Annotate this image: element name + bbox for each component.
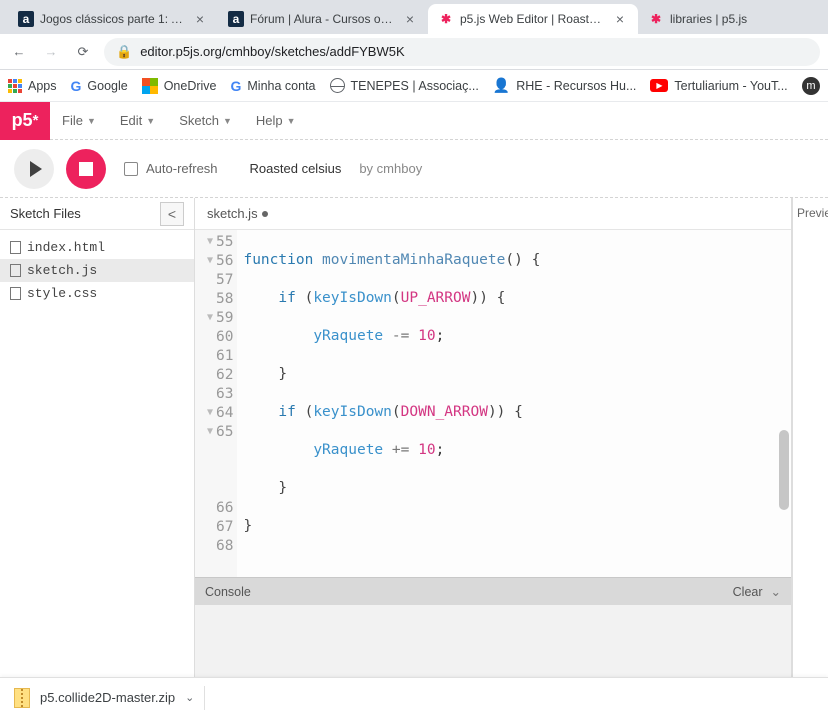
preview-label: Preview (797, 206, 828, 220)
m-icon: m (802, 77, 820, 95)
editor-toolbar: Auto-refresh Roasted celsius by cmhboy (0, 140, 828, 198)
preview-panel: Preview (792, 198, 828, 677)
file-icon (10, 264, 21, 277)
browser-tab-strip: a Jogos clássicos parte 1: Aula × a Fóru… (0, 0, 828, 34)
bookmarks-bar: Apps G Google OneDrive G Minha conta TEN… (0, 70, 828, 102)
file-item-index[interactable]: index.html (0, 236, 194, 259)
alura-icon: a (18, 11, 34, 27)
tab-title: Fórum | Alura - Cursos online (250, 12, 396, 26)
play-button[interactable] (14, 149, 54, 189)
menu-help[interactable]: Help▼ (244, 102, 308, 140)
browser-tab-1[interactable]: a Jogos clássicos parte 1: Aula × (8, 4, 218, 34)
tab-title: Jogos clássicos parte 1: Aula (40, 12, 186, 26)
file-item-sketch[interactable]: sketch.js (0, 259, 194, 282)
bookmark-more[interactable]: m (802, 77, 820, 95)
tab-title: libraries | p5.js (670, 12, 747, 26)
stop-button[interactable] (66, 149, 106, 189)
sidebar-title: Sketch Files (10, 206, 81, 221)
chevron-down-icon[interactable]: ⌄ (771, 584, 781, 599)
bookmark-onedrive[interactable]: OneDrive (142, 78, 217, 94)
stop-icon (79, 162, 93, 176)
file-icon (10, 241, 21, 254)
forward-button[interactable]: → (40, 41, 62, 63)
p5-menubar: p5* File▼ Edit▼ Sketch▼ Help▼ (0, 102, 828, 140)
close-icon[interactable]: × (192, 11, 208, 27)
bookmark-minha-conta[interactable]: G Minha conta (231, 78, 316, 94)
onedrive-icon (142, 78, 158, 94)
back-button[interactable]: ← (8, 41, 30, 63)
globe-icon (330, 78, 345, 93)
modified-indicator-icon (262, 211, 268, 217)
p5-icon: ✱ (438, 11, 454, 27)
menu-edit[interactable]: Edit▼ (108, 102, 167, 140)
close-icon[interactable]: × (612, 11, 628, 27)
downloads-bar: p5.collide2D-master.zip ⌄ (0, 677, 828, 717)
editor-column: sketch.js ▼55 ▼56 57 58 ▼59 60 61 62 63 … (195, 198, 792, 677)
browser-tab-2[interactable]: a Fórum | Alura - Cursos online × (218, 4, 428, 34)
google-icon: G (71, 78, 82, 94)
p5-logo[interactable]: p5* (0, 102, 50, 140)
menu-sketch[interactable]: Sketch▼ (167, 102, 244, 140)
editor-tab[interactable]: sketch.js (195, 198, 791, 230)
alura-icon: a (228, 11, 244, 27)
browser-tab-4[interactable]: ✱ libraries | p5.js (638, 4, 757, 34)
line-gutter: ▼55 ▼56 57 58 ▼59 60 61 62 63 ▼64 ▼65 66… (195, 230, 237, 577)
collapse-sidebar-button[interactable]: < (160, 202, 184, 226)
file-sidebar: Sketch Files < index.html sketch.js styl… (0, 198, 195, 677)
chevron-down-icon: ▼ (146, 116, 155, 126)
play-icon (30, 161, 42, 177)
console-header: Console Clear ⌄ (195, 577, 791, 605)
file-list: index.html sketch.js style.css (0, 230, 194, 311)
console-body[interactable] (195, 605, 791, 677)
bookmark-rhe[interactable]: 👤 RHE - Recursos Hu... (493, 77, 637, 94)
download-filename: p5.collide2D-master.zip (40, 690, 175, 705)
tab-title: p5.js Web Editor | Roasted cel (460, 12, 606, 26)
checkbox-icon (124, 162, 138, 176)
separator (204, 686, 205, 710)
bookmark-tenepes[interactable]: TENEPES | Associaç... (330, 78, 479, 93)
apps-icon (8, 79, 22, 93)
url-text: editor.p5js.org/cmhboy/sketches/addFYBW5… (140, 44, 404, 59)
bookmark-google[interactable]: G Google (71, 78, 128, 94)
console-clear-button[interactable]: Clear (733, 585, 763, 599)
chevron-down-icon: ▼ (223, 116, 232, 126)
console-title: Console (205, 585, 251, 599)
browser-tab-3-active[interactable]: ✱ p5.js Web Editor | Roasted cel × (428, 4, 638, 34)
close-icon[interactable]: × (402, 11, 418, 27)
chevron-down-icon[interactable]: ⌄ (185, 691, 194, 704)
zip-icon (14, 688, 30, 708)
reload-button[interactable]: ⟳ (72, 41, 94, 63)
google-icon: G (231, 78, 242, 94)
code-editor[interactable]: ▼55 ▼56 57 58 ▼59 60 61 62 63 ▼64 ▼65 66… (195, 230, 791, 577)
file-item-style[interactable]: style.css (0, 282, 194, 305)
sketch-name[interactable]: Roasted celsius (250, 161, 342, 176)
workspace: Sketch Files < index.html sketch.js styl… (0, 198, 828, 677)
file-icon (10, 287, 21, 300)
p5-icon: ✱ (648, 11, 664, 27)
sketch-author: by cmhboy (359, 161, 422, 176)
apps-button[interactable]: Apps (8, 79, 57, 93)
download-item[interactable]: p5.collide2D-master.zip ⌄ (14, 688, 194, 708)
rhe-icon: 👤 (493, 77, 510, 94)
sidebar-header: Sketch Files < (0, 198, 194, 230)
url-input[interactable]: 🔒 editor.p5js.org/cmhboy/sketches/addFYB… (104, 38, 820, 66)
auto-refresh-toggle[interactable]: Auto-refresh (124, 161, 218, 176)
address-bar: ← → ⟳ 🔒 editor.p5js.org/cmhboy/sketches/… (0, 34, 828, 70)
lock-icon: 🔒 (116, 44, 132, 60)
bookmark-tertuliarium[interactable]: ▶ Tertuliarium - YouT... (650, 79, 787, 93)
youtube-icon: ▶ (650, 79, 668, 92)
code-content[interactable]: function movimentaMinhaRaquete() { if (k… (237, 230, 759, 577)
menu-file[interactable]: File▼ (50, 102, 108, 140)
chevron-down-icon: ▼ (87, 116, 96, 126)
chevron-down-icon: ▼ (287, 116, 296, 126)
editor-tab-name: sketch.js (207, 206, 258, 221)
scrollbar[interactable] (779, 430, 789, 510)
